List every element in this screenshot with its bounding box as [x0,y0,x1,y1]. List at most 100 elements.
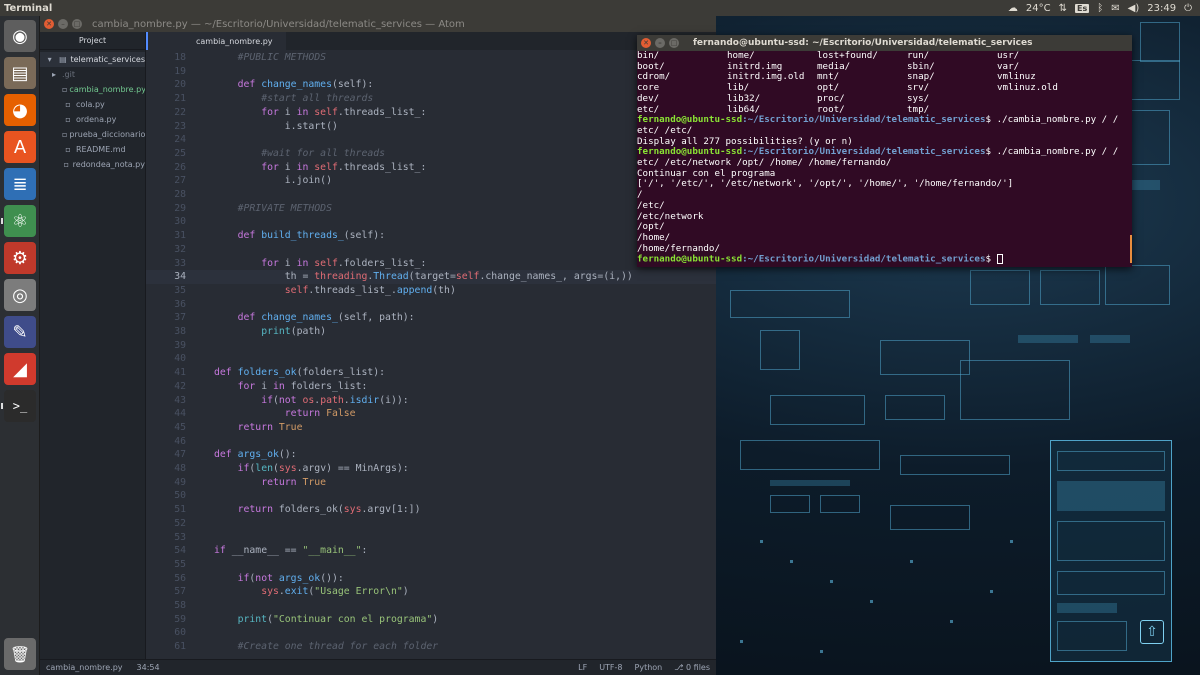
code-text: self.threads_list_.append(th) [214,284,456,298]
code-token: for [261,161,285,173]
maximize-icon[interactable]: □ [669,38,679,48]
line-number: 20 [174,79,186,91]
files-icon[interactable]: ▤ [4,57,36,89]
writer-icon[interactable]: ≣ [4,168,36,200]
line-number: 34 [174,271,186,283]
status-grammar[interactable]: Python [635,663,663,672]
code-token: i [284,257,297,269]
code-token: self [314,257,338,269]
temperature[interactable]: 24°C [1026,3,1051,14]
tab-cambia-nombre[interactable]: cambia_nombre.py [146,32,286,50]
file-icon: ▫ [65,100,71,109]
code-line: 27 i.join() [146,174,716,188]
status-git[interactable]: ⎇ 0 files [674,663,710,672]
line-number: 31 [174,230,186,242]
weather-icon[interactable]: ☁ [1008,3,1018,14]
code-token: change_names_ [261,312,338,324]
code-line: 52 [146,517,716,531]
trash-icon[interactable]: 🗑 [4,638,36,670]
settings-icon[interactable]: ⚙ [4,242,36,274]
active-app-name: Terminal [4,2,53,14]
code-text: def change_names(self): [214,78,374,92]
code-token: .threads_list_. [308,284,397,296]
status-file-name[interactable]: cambia_nombre.py [46,663,123,672]
code-text: sys.exit("Usage Error\n") [214,585,409,599]
tree-file-item[interactable]: ▫ redondea_nota.py [40,157,145,172]
tree-file-item[interactable]: ▫ ordena.py [40,112,145,127]
code-line: 29 #PRIVATE METHODS [146,202,716,216]
code-token: in [296,257,315,269]
terminal-scrollbar[interactable] [1130,235,1132,263]
terminal-output-line: /home/fernando/ [637,242,720,254]
line-number: 51 [174,504,186,516]
code-token: (self): [343,230,386,242]
tree-file-item[interactable]: ▫ README.md [40,142,145,157]
bluetooth-icon[interactable]: ᛒ [1097,3,1103,14]
line-number: 60 [174,627,186,639]
code-token: (): [278,449,297,461]
tree-root-folder[interactable]: ▾ ▤ telematic_services [40,52,145,67]
code-line: 42 for i in folders_list: [146,380,716,394]
tree-file-item[interactable]: ▫ prueba_diccionarios. [40,127,145,142]
close-icon[interactable]: ✕ [44,19,54,29]
status-cursor-position[interactable]: 34:54 [137,663,160,672]
minimize-icon[interactable]: – [58,19,68,29]
code-token: i [284,106,297,118]
line-number: 30 [174,216,186,228]
status-encoding[interactable]: UTF-8 [599,663,622,672]
code-token: True [278,421,303,433]
tree-file-item[interactable]: ▫ cambia_nombre.py [40,82,145,97]
atom-icon[interactable]: ⚛ [1,205,36,237]
status-bar: cambia_nombre.py 34:54 LF UTF-8 Python ⎇… [40,659,716,675]
close-icon[interactable]: ✕ [641,38,651,48]
line-number: 22 [174,106,186,118]
code-token: (th) [432,284,456,296]
terminal-prompt-line: fernando@ubuntu-ssd:~/Escritorio/Univers… [637,114,1118,126]
code-text: if(len(sys.argv) == MinArgs): [214,462,409,476]
code-token: return [237,421,279,433]
code-token: if [237,463,250,474]
terminal-listing-entry: dev/ [637,92,660,104]
firefox-icon[interactable]: ◕ [4,94,36,126]
code-token: i.join() [284,175,332,187]
mail-icon[interactable]: ✉ [1111,3,1119,14]
presentation-icon[interactable]: ◢ [4,353,36,385]
tree-file-label: redondea_nota.py [72,160,145,169]
root-folder-label: telematic_services [70,55,145,64]
chevron-down-icon: ▾ [47,55,52,64]
tree-file-item[interactable]: ▫ cola.py [40,97,145,112]
code-token: path [320,394,344,406]
code-text: for i in folders_list: [214,380,368,394]
volume-icon[interactable]: ◀) [1128,3,1140,14]
code-token: print [261,326,291,337]
line-number: 40 [174,353,186,365]
code-text: def folders_ok(folders_list): [214,366,385,380]
maximize-icon[interactable]: □ [72,19,82,29]
terminal-output[interactable]: bin/home/lost+found/run/usr/boot/initrd.… [637,50,1132,267]
minimize-icon[interactable]: – [655,38,665,48]
status-line-ending[interactable]: LF [578,663,587,672]
prompt-command: $ [985,253,997,265]
tree-file-item[interactable]: ▸ .git [40,67,145,82]
tab-project[interactable]: Project [40,32,145,50]
terminal-output-line: /etc/ [637,199,665,211]
code-token: ) [432,613,439,625]
code-line: 22 for i in self.threads_list_: [146,106,716,120]
clock[interactable]: 23:49 [1147,3,1176,14]
code-line: 24 [146,133,716,147]
code-line: 21 #start all threards [146,92,716,106]
code-editor[interactable]: 18 #PUBLIC METHODS 19 20 def change_names(… [146,51,716,659]
software-center-icon[interactable]: A [4,131,36,163]
disc-icon[interactable]: ◎ [4,279,36,311]
keyboard-layout[interactable]: Es [1075,3,1090,13]
terminal-icon[interactable]: >_ [1,390,36,422]
power-icon[interactable]: ⏻ [1184,3,1192,14]
dash-home-icon[interactable]: ◉ [4,20,36,52]
code-token: self [314,161,338,173]
app-icon[interactable]: ✎ [4,316,36,348]
code-token: def [237,312,262,324]
network-icon[interactable]: ⇅ [1059,3,1067,14]
